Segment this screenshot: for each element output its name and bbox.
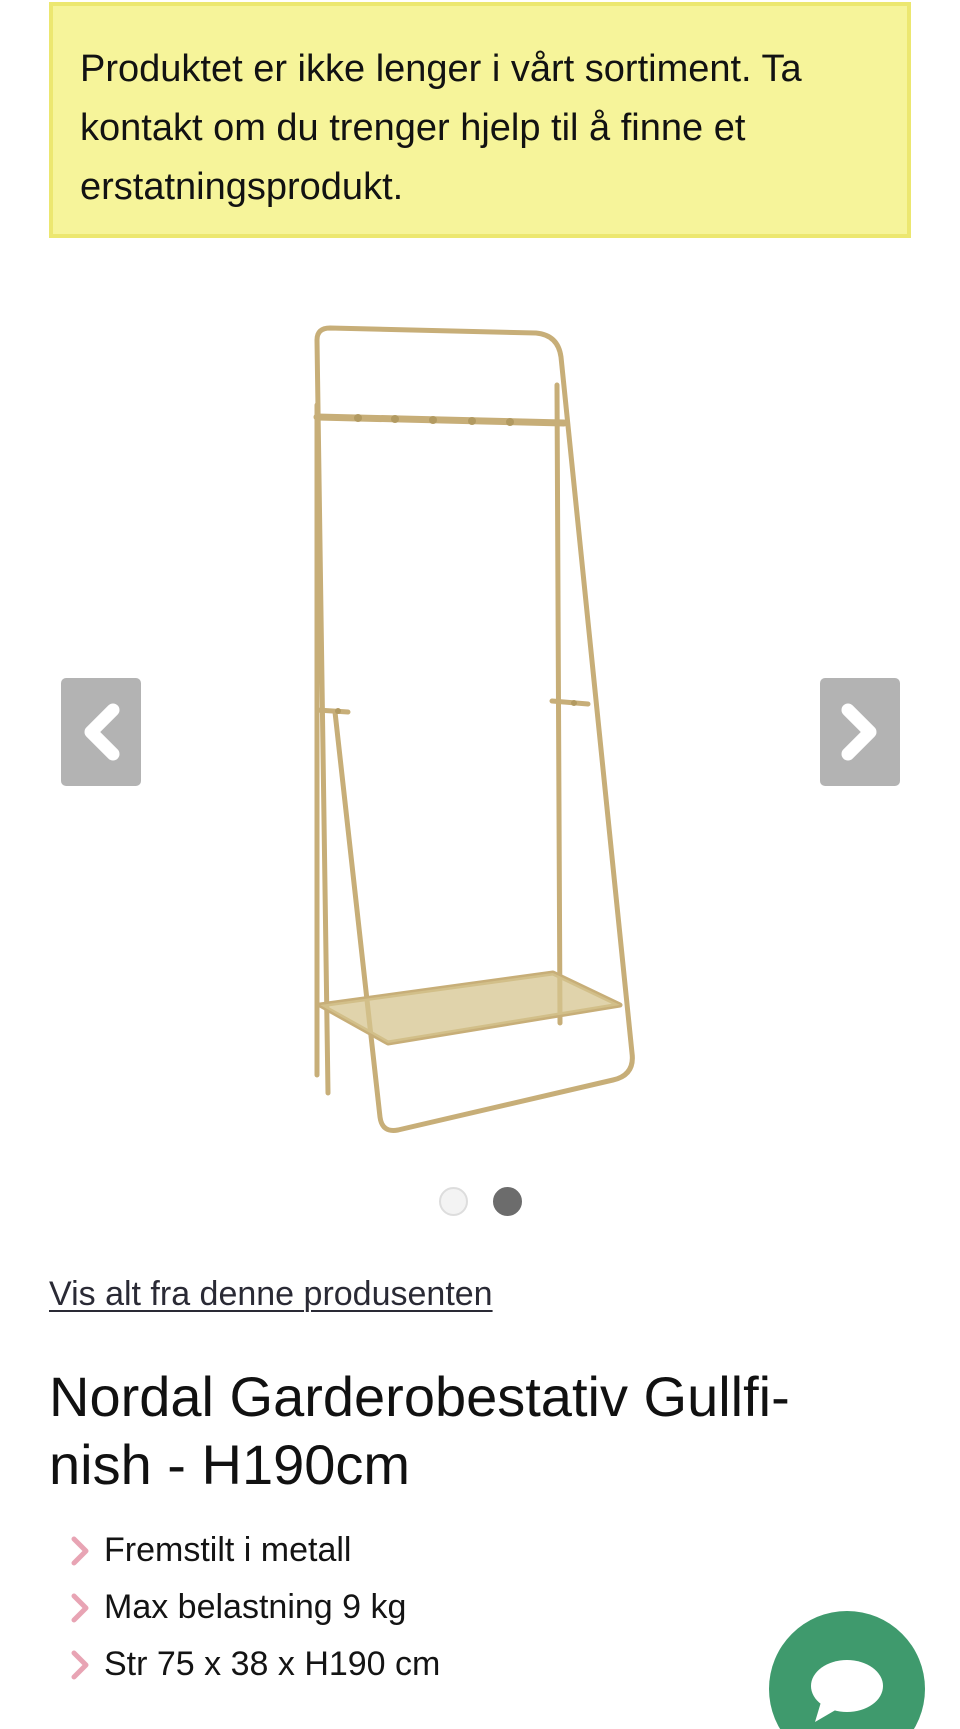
chevron-left-icon	[84, 703, 120, 761]
feature-text: Fremstilt i metall	[104, 1531, 352, 1569]
next-image-button[interactable]	[820, 678, 900, 786]
carousel-dot-2-active[interactable]	[493, 1187, 522, 1216]
chevron-right-icon	[62, 1533, 104, 1569]
chevron-right-icon	[62, 1590, 104, 1626]
previous-image-button[interactable]	[61, 678, 141, 786]
carousel-dot-1[interactable]	[439, 1187, 468, 1216]
feature-item: Fremstilt i metall	[62, 1522, 440, 1579]
product-page: Produktet er ikke lenger i vårt sortimen…	[0, 0, 960, 1729]
product-feature-list: Fremstilt i metall Max belastning 9 kg S…	[62, 1522, 440, 1693]
feature-item: Max belastning 9 kg	[62, 1579, 440, 1636]
product-image	[313, 325, 635, 1133]
feature-item: Str 75 x 38 x H190 cm	[62, 1636, 440, 1693]
feature-text: Max belastning 9 kg	[104, 1588, 407, 1626]
chevron-right-icon	[62, 1647, 104, 1683]
chevron-right-icon	[841, 703, 877, 761]
view-all-from-manufacturer-link[interactable]: Vis alt fra denne produsenten	[49, 1270, 493, 1318]
feature-text: Str 75 x 38 x H190 cm	[104, 1645, 441, 1683]
discontinued-notice: Produktet er ikke lenger i vårt sortimen…	[49, 2, 911, 238]
product-image-carousel	[0, 290, 960, 1216]
chat-bubble-icon	[811, 1660, 883, 1722]
discontinued-notice-text: Produktet er ikke lenger i vårt sortimen…	[80, 48, 802, 208]
carousel-pagination	[0, 1187, 960, 1217]
chat-button[interactable]	[769, 1611, 925, 1729]
product-title: Nordal Garderobestativ Gullfi-nish - H19…	[49, 1365, 790, 1496]
